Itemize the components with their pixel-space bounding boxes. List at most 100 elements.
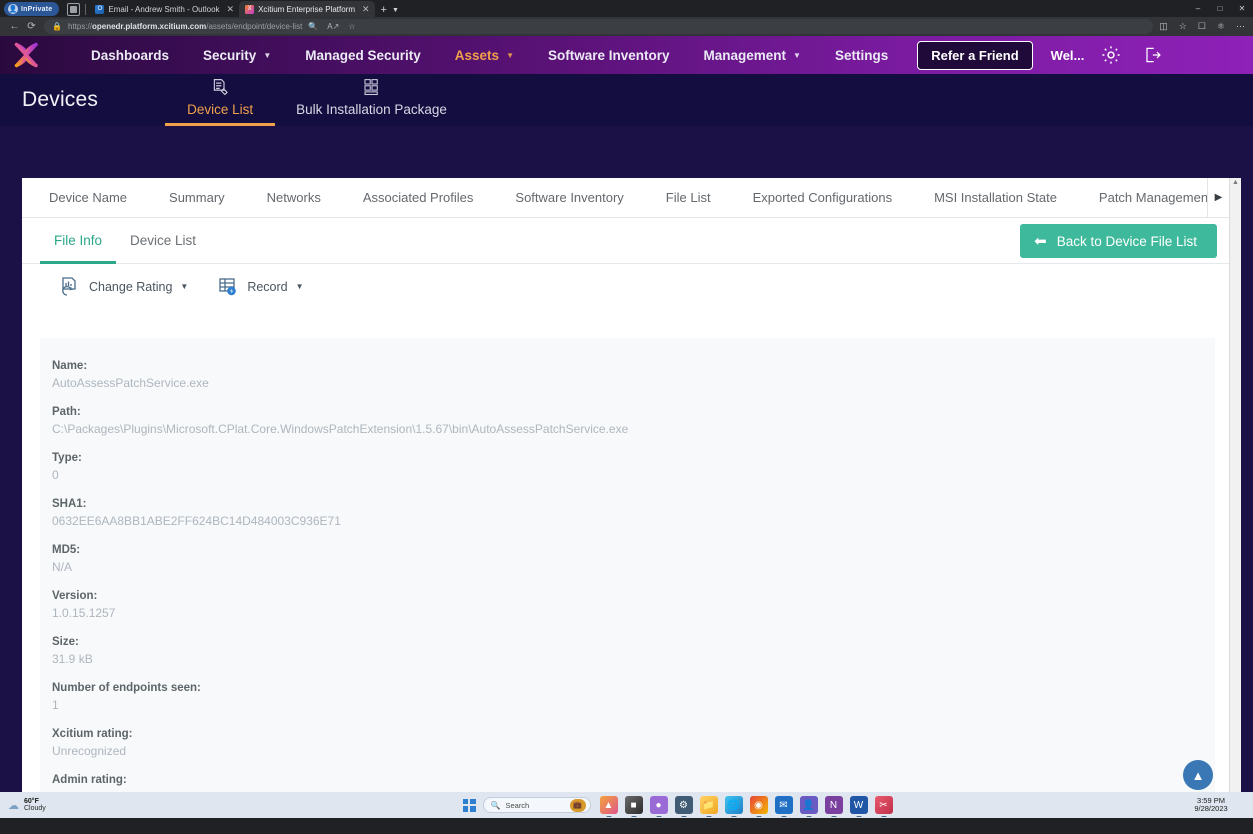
xcitium-icon: X [245,5,254,14]
teams-icon[interactable]: 👤 [800,796,818,814]
page-tab-bulk-installation-package[interactable]: Bulk Installation Package [280,74,463,126]
weather-temperature: 60°F [24,798,46,805]
detail-tab-msi-installation-state[interactable]: MSI Installation State [913,190,1078,205]
detail-tab-summary[interactable]: Summary [148,190,246,205]
taskbar-clock[interactable]: 3:59 PM 9/28/2023 [1175,797,1253,814]
field-value: 0 [52,468,1215,482]
field-label: Version: [52,590,1215,602]
browser-essentials-icon[interactable]: ⚛ [1217,21,1225,32]
reload-icon[interactable]: ⟳ [23,19,40,34]
onenote-icon[interactable]: N [825,796,843,814]
nav-item-settings[interactable]: Settings [818,48,905,63]
file-explorer-icon[interactable]: 📁 [700,796,718,814]
action-toolbar: Change Rating ▼ Record ▼ [22,264,1229,309]
logout-button[interactable] [1142,45,1162,65]
detail-tab-software-inventory[interactable]: Software Inventory [494,190,644,205]
application-window: Dashboards Security ▼ Managed Security A… [0,36,1253,818]
refer-a-friend-button[interactable]: Refer a Friend [917,41,1032,70]
photos-icon[interactable]: ▲ [600,796,618,814]
record-button[interactable]: Record ▼ [216,275,303,299]
url-text: https://openedr.platform.xcitium.com/ass… [68,22,302,31]
paint-icon[interactable]: ■ [625,796,643,814]
favorite-icon[interactable]: ☆ [348,22,355,31]
sub-tab-device-list[interactable]: Device List [116,218,210,264]
briefcase-icon[interactable]: 💼 [570,799,586,812]
nav-item-dashboards[interactable]: Dashboards [74,48,186,63]
outlook-icon[interactable]: ✉ [775,796,793,814]
chevron-right-icon[interactable]: ▶ [1207,178,1229,217]
detail-tab-associated-profiles[interactable]: Associated Profiles [342,190,495,205]
chrome-icon[interactable]: ◉ [750,796,768,814]
nav-label: Settings [835,48,888,63]
nav-item-management[interactable]: Management ▼ [687,48,818,63]
arrow-left-icon: ⬅ [1034,234,1047,249]
word-icon[interactable]: W [850,796,868,814]
settings-icon[interactable]: ⚙ [675,796,693,814]
nav-item-software-inventory[interactable]: Software Inventory [531,48,687,63]
taskbar-search-input[interactable]: 🔍 Search 💼 [483,797,591,813]
search-icon[interactable]: 🔍 [308,22,318,31]
scroll-to-top-button[interactable]: ▲ [1183,760,1213,790]
caret-down-icon: ▼ [180,282,188,291]
clock-date: 9/28/2023 [1175,805,1247,813]
start-icon[interactable] [463,799,476,812]
address-bar[interactable]: 🔒 https://openedr.platform.xcitium.com/a… [44,19,1153,34]
detail-tab-networks[interactable]: Networks [246,190,342,205]
chevron-down-icon[interactable]: ▼ [392,7,399,14]
weather-widget[interactable]: ☁ 60°F Cloudy [0,798,180,813]
chevron-up-icon: ▲ [1192,768,1205,783]
nav-label: Dashboards [91,48,169,63]
change-rating-button[interactable]: Change Rating ▼ [58,275,188,299]
close-icon[interactable]: ✕ [359,5,370,14]
close-window-icon[interactable]: ✕ [1231,0,1253,17]
back-icon[interactable]: ← [6,19,23,34]
field-value: C:\Packages\Plugins\Microsoft.CPlat.Core… [52,422,1215,436]
split-screen-icon[interactable]: ◫ [1159,21,1168,32]
action-label: Change Rating [89,280,172,294]
page-scrollbar[interactable]: ▲ ▼ [1229,178,1241,818]
browser-tab-outlook[interactable]: O Email - Andrew Smith - Outlook ✕ [89,1,239,17]
zoom-icon[interactable]: ● [650,796,668,814]
welcome-label[interactable]: Wel... [1051,48,1085,63]
field-value: 31.9 kB [52,652,1215,666]
read-aloud-icon[interactable]: A↗ [327,22,339,31]
add-favorite-icon[interactable]: ☆ [1179,21,1187,32]
snip-icon[interactable]: ✂ [875,796,893,814]
new-tab-button[interactable]: + [381,4,387,16]
nav-item-security[interactable]: Security ▼ [186,48,288,63]
field-label: Size: [52,636,1215,648]
field-label: Path: [52,406,1215,418]
page-tab-device-list[interactable]: Device List [160,74,280,126]
windows-taskbar: ☁ 60°F Cloudy 🔍 Search 💼 ▲ ■ ● ⚙ 📁 🌐 ◉ ✉… [0,792,1253,818]
browser-tab-xcitium[interactable]: X Xcitium Enterprise Platform ✕ [239,1,374,17]
xcitium-logo[interactable] [10,40,56,70]
page-tab-label: Bulk Installation Package [296,102,447,126]
field-value: 0632EE6AA8BB1ABE2FF624BC14D484003C936E71 [52,514,1215,528]
scroll-up-icon[interactable]: ▲ [1230,179,1241,186]
detail-tab-exported-configurations[interactable]: Exported Configurations [732,190,913,205]
nav-label: Management [704,48,787,63]
settings-more-icon[interactable]: ⋯ [1236,21,1245,32]
nav-item-managed-security[interactable]: Managed Security [288,48,438,63]
edge-icon[interactable]: 🌐 [725,796,743,814]
maximize-icon[interactable]: □ [1209,0,1231,17]
browser-chrome: 👤 InPrivate O Email - Andrew Smith - Out… [0,0,1253,36]
sub-tab-bar: File Info Device List ⬅ Back to Device F… [22,218,1229,264]
field-type: Type: 0 [52,452,1215,482]
sub-tab-file-info[interactable]: File Info [40,218,116,264]
minimize-icon[interactable]: – [1187,0,1209,17]
detail-tab-device-name[interactable]: Device Name [28,190,148,205]
detail-tab-file-list[interactable]: File List [645,190,732,205]
inprivate-indicator[interactable]: 👤 InPrivate [4,2,59,16]
browser-toolbar-right: ◫ ☆ ☐ ⚛ ⋯ [1159,21,1247,32]
nav-label: Managed Security [305,48,421,63]
chevron-down-icon: ▼ [506,51,514,60]
collections-icon[interactable]: ☐ [1198,21,1206,32]
tab-search-icon[interactable] [67,3,80,16]
field-value: Unrecognized [52,744,1215,758]
outlook-icon: O [95,5,104,14]
nav-item-assets[interactable]: Assets ▼ [438,48,531,63]
settings-gear-button[interactable] [1100,44,1122,66]
close-icon[interactable]: ✕ [224,5,235,14]
back-to-device-file-list-button[interactable]: ⬅ Back to Device File List [1020,224,1217,258]
